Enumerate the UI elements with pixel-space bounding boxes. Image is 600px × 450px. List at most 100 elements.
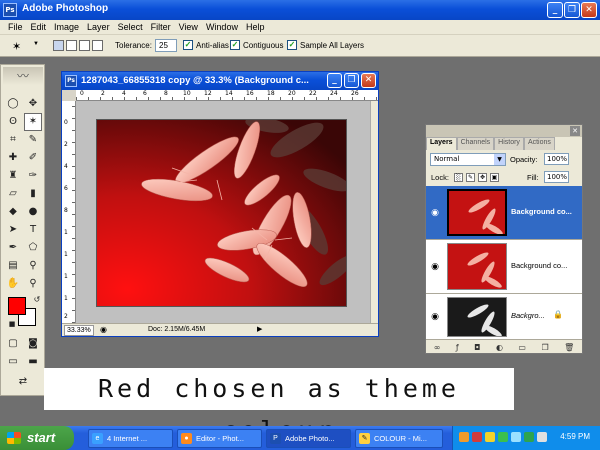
status-arrow-icon[interactable]: ▶ bbox=[257, 325, 262, 333]
doc-minimize-button[interactable]: _ bbox=[327, 73, 342, 88]
start-button[interactable]: ⊞ start bbox=[0, 426, 74, 450]
move-tool-icon[interactable]: ✥ bbox=[24, 95, 42, 113]
menu-file[interactable]: File bbox=[4, 22, 27, 32]
healing-brush-icon[interactable]: ✚ bbox=[4, 149, 22, 167]
foreground-color-swatch[interactable] bbox=[8, 297, 26, 315]
intersect-selection-button[interactable] bbox=[92, 40, 103, 51]
tolerance-input[interactable]: 25 bbox=[155, 39, 177, 52]
eye-icon[interactable]: ◉ bbox=[429, 207, 441, 219]
add-selection-button[interactable] bbox=[66, 40, 77, 51]
opacity-input[interactable]: 100% bbox=[544, 153, 569, 165]
menu-image[interactable]: Image bbox=[50, 22, 83, 32]
lasso-tool-icon[interactable]: ʘ bbox=[4, 113, 22, 131]
contiguous-checkbox[interactable]: ✓ bbox=[230, 40, 240, 50]
tray-battery-icon[interactable] bbox=[537, 432, 547, 442]
quick-mask-icon[interactable]: ◙ bbox=[24, 335, 42, 353]
menu-filter[interactable]: Filter bbox=[147, 22, 175, 32]
full-screen-mode-icon[interactable]: ▬ bbox=[24, 353, 42, 371]
tray-app-icon[interactable] bbox=[459, 432, 469, 442]
restore-button[interactable]: ❐ bbox=[564, 2, 580, 18]
menu-view[interactable]: View bbox=[175, 22, 202, 32]
brush-tool-icon[interactable]: ✐ bbox=[24, 149, 42, 167]
menu-select[interactable]: Select bbox=[114, 22, 147, 32]
new-layer-icon[interactable]: ❐ bbox=[541, 343, 548, 352]
taskbar-item-editor[interactable]: ● Editor - Phot... bbox=[177, 429, 262, 448]
magic-wand-tool-icon[interactable]: ✶ bbox=[24, 113, 42, 131]
minimize-button[interactable]: _ bbox=[547, 2, 563, 18]
layer-style-icon[interactable]: ƒ bbox=[456, 343, 459, 352]
layer-row[interactable]: ◉ Background co... bbox=[426, 240, 582, 294]
swap-colors-icon[interactable]: ↺ bbox=[28, 291, 46, 309]
adjustment-layer-icon[interactable]: ◐ bbox=[496, 343, 503, 352]
flower-photo[interactable] bbox=[96, 119, 347, 307]
dodge-tool-icon[interactable]: ● bbox=[24, 203, 42, 221]
taskbar-item-internet[interactable]: e 4 Internet ... bbox=[88, 429, 173, 448]
screen-mode-icon[interactable]: ▭ bbox=[4, 353, 22, 371]
eyedropper-tool-icon[interactable]: ⚲ bbox=[24, 257, 42, 275]
type-tool-icon[interactable]: T bbox=[24, 221, 42, 239]
tab-layers[interactable]: Layers bbox=[426, 137, 457, 150]
close-button[interactable]: ✕ bbox=[581, 2, 597, 18]
tray-messenger-icon[interactable] bbox=[511, 432, 521, 442]
slice-tool-icon[interactable]: ✎ bbox=[24, 131, 42, 149]
taskbar-item-colour[interactable]: ✎ COLOUR - Mi... bbox=[355, 429, 443, 448]
crop-tool-icon[interactable]: ⌗ bbox=[4, 131, 22, 149]
eye-icon[interactable]: ◉ bbox=[429, 311, 441, 323]
tab-channels[interactable]: Channels bbox=[456, 137, 495, 150]
anti-alias-checkbox[interactable]: ✓ bbox=[183, 40, 193, 50]
fill-input[interactable]: 100% bbox=[544, 171, 569, 183]
doc-close-button[interactable]: ✕ bbox=[361, 73, 376, 88]
tab-actions[interactable]: Actions bbox=[523, 137, 555, 150]
default-colors-icon[interactable]: ■ bbox=[3, 315, 21, 333]
tray-volume-icon[interactable] bbox=[485, 432, 495, 442]
lock-position-icon[interactable]: ✥ bbox=[478, 173, 487, 182]
eye-icon[interactable]: ◉ bbox=[429, 261, 441, 273]
menu-help[interactable]: Help bbox=[242, 22, 269, 32]
chevron-down-icon[interactable]: ▼ bbox=[494, 154, 505, 165]
path-selection-icon[interactable]: ➤ bbox=[4, 221, 22, 239]
doc-restore-button[interactable]: ❐ bbox=[344, 73, 359, 88]
eraser-tool-icon[interactable]: ▱ bbox=[4, 185, 22, 203]
notes-tool-icon[interactable]: ▤ bbox=[4, 257, 22, 275]
tray-security-icon[interactable] bbox=[472, 432, 482, 442]
status-menu-icon[interactable]: ◉ bbox=[100, 325, 107, 334]
lock-transparency-icon[interactable]: ░ bbox=[454, 173, 463, 182]
tool-preset-dropdown-icon[interactable]: ▼ bbox=[33, 41, 39, 47]
sample-all-layers-checkbox[interactable]: ✓ bbox=[287, 40, 297, 50]
vertical-scrollbar[interactable] bbox=[370, 101, 378, 323]
magic-wand-icon[interactable]: ✶ bbox=[12, 40, 21, 53]
gradient-tool-icon[interactable]: ▮ bbox=[24, 185, 42, 203]
shape-tool-icon[interactable]: ⬠ bbox=[24, 239, 42, 257]
layer-row[interactable]: ◉ Backgro... 🔒 bbox=[426, 294, 582, 340]
menu-layer[interactable]: Layer bbox=[83, 22, 114, 32]
link-layers-icon[interactable]: ∞ bbox=[434, 343, 441, 352]
lock-all-icon[interactable]: ▣ bbox=[490, 173, 499, 182]
zoom-level-input[interactable]: 33.33% bbox=[64, 325, 94, 336]
palette-close-icon[interactable]: ✕ bbox=[570, 126, 580, 136]
layer-mask-icon[interactable]: ◘ bbox=[474, 343, 480, 352]
taskbar-item-photoshop[interactable]: P Adobe Photo... bbox=[266, 429, 351, 448]
tray-network-icon[interactable] bbox=[498, 432, 508, 442]
standard-mode-icon[interactable]: ▢ bbox=[4, 335, 22, 353]
layer-row[interactable]: ◉ Background co... bbox=[426, 186, 582, 240]
blur-tool-icon[interactable]: ◆ bbox=[4, 203, 22, 221]
canvas-area[interactable] bbox=[76, 101, 370, 323]
new-selection-button[interactable] bbox=[53, 40, 64, 51]
layers-palette-titlebar[interactable]: ✕ bbox=[426, 125, 582, 137]
subtract-selection-button[interactable] bbox=[79, 40, 90, 51]
jump-to-imageready-icon[interactable]: ⇄ bbox=[14, 373, 32, 391]
menu-window[interactable]: Window bbox=[202, 22, 242, 32]
history-brush-icon[interactable]: ✑ bbox=[24, 167, 42, 185]
pen-tool-icon[interactable]: ✒ bbox=[4, 239, 22, 257]
clone-stamp-icon[interactable]: ♜ bbox=[4, 167, 22, 185]
hand-tool-icon[interactable]: ✋ bbox=[4, 275, 22, 293]
tray-update-icon[interactable] bbox=[524, 432, 534, 442]
marquee-tool-icon[interactable]: ◯ bbox=[4, 95, 22, 113]
delete-layer-icon[interactable]: 🗑 bbox=[564, 343, 574, 352]
feather-icon[interactable]: 〰 bbox=[3, 67, 43, 85]
blend-mode-select[interactable]: Normal ▼ bbox=[430, 153, 506, 166]
menu-edit[interactable]: Edit bbox=[27, 22, 51, 32]
lock-image-icon[interactable]: ✎ bbox=[466, 173, 475, 182]
new-group-icon[interactable]: ▭ bbox=[518, 343, 526, 352]
tab-history[interactable]: History bbox=[494, 137, 524, 150]
